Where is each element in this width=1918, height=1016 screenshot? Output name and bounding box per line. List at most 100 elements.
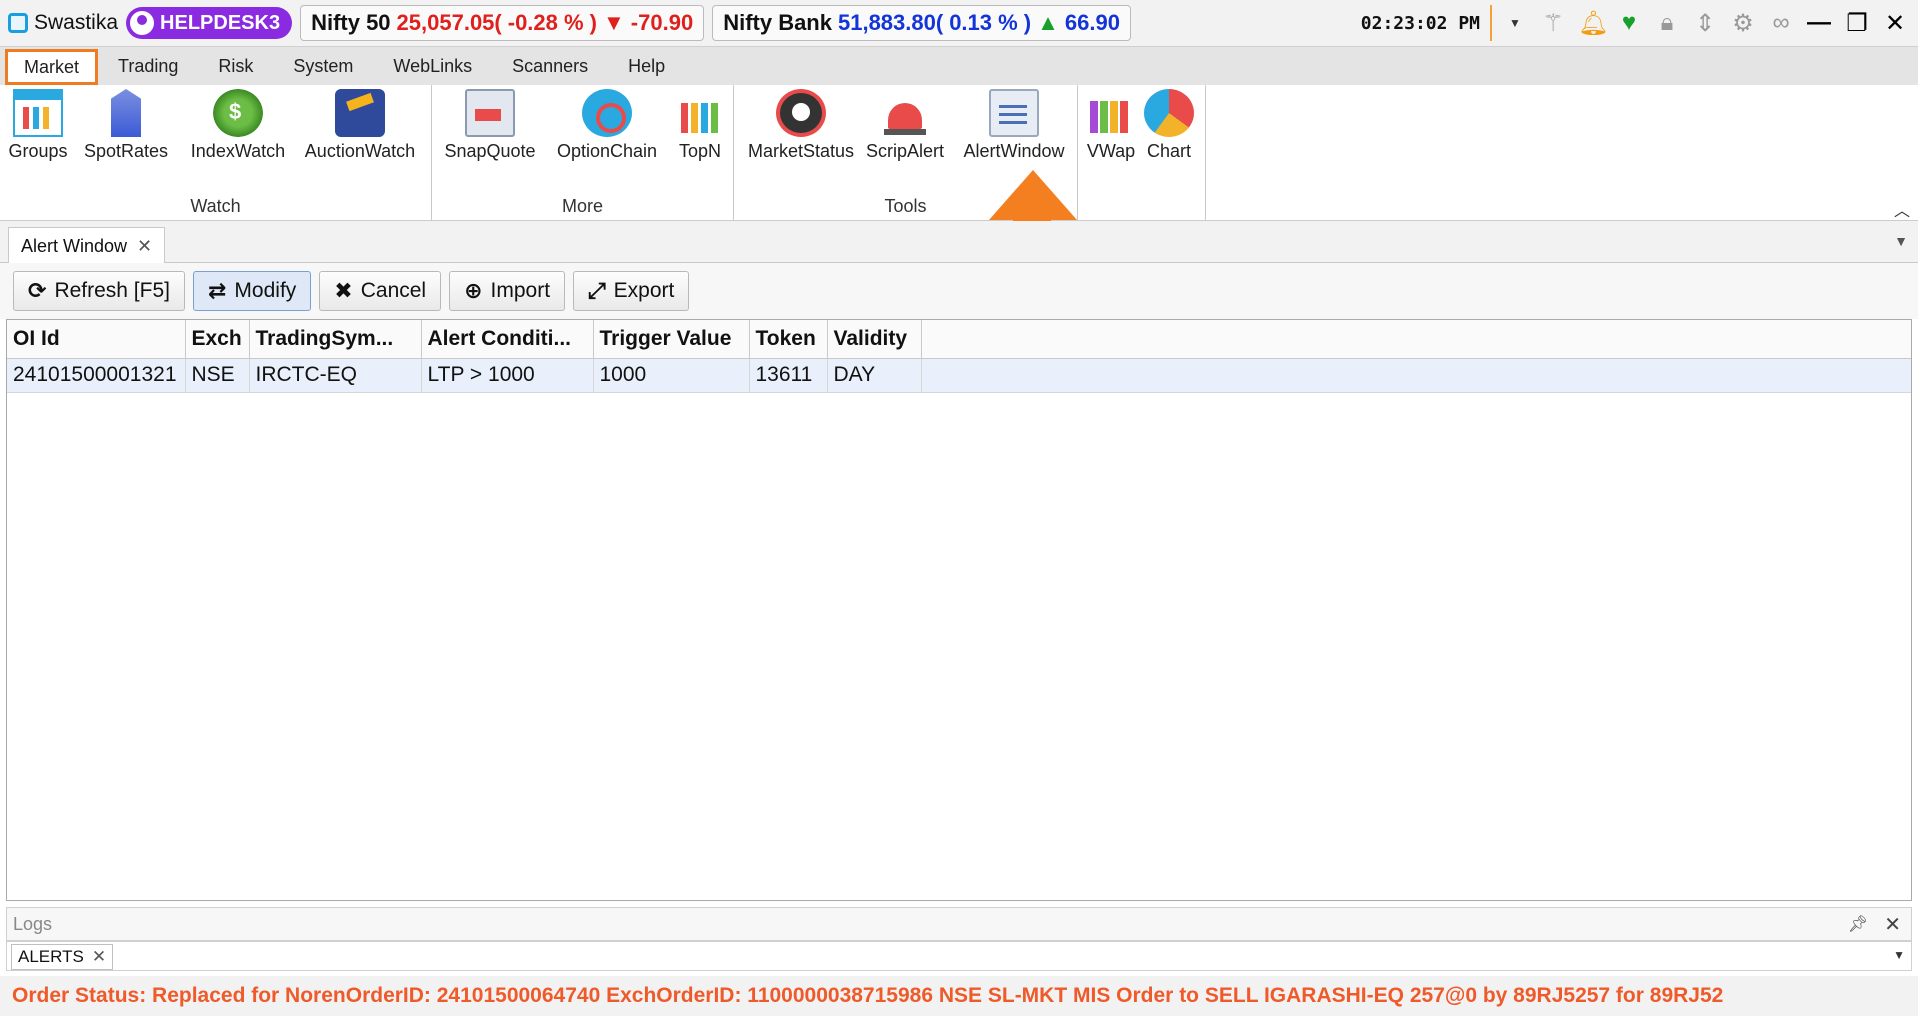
vwap-button[interactable]: VWap — [1084, 89, 1138, 162]
logs-title: Logs — [13, 913, 53, 934]
scripalert-button[interactable]: ScripAlert — [864, 89, 946, 162]
tab-close-icon[interactable]: ✕ — [137, 236, 152, 257]
col-trigger-value[interactable]: Trigger Value — [593, 320, 750, 359]
import-button[interactable]: ⊕ Import — [449, 271, 566, 311]
snapquote-label: SnapQuote — [444, 141, 536, 161]
groups-icon — [13, 89, 63, 137]
cell-alert-condition[interactable]: LTP > 1000 — [421, 358, 594, 393]
clock: 02:23:02 PM — [1360, 12, 1480, 34]
indexwatch-icon — [213, 89, 263, 137]
cancel-button[interactable]: ✖ Cancel — [319, 271, 442, 311]
app-name: Swastika — [34, 11, 119, 34]
group-label-watch: Watch — [190, 196, 241, 216]
auctionwatch-icon — [335, 89, 385, 137]
optionchain-icon — [582, 89, 632, 137]
export-button[interactable]: ⤢ Export — [573, 271, 690, 311]
gear-icon[interactable]: ⚙ — [1730, 9, 1756, 38]
col-tradingsymbol[interactable]: TradingSym... — [249, 320, 422, 359]
topn-button[interactable]: TopN — [672, 89, 728, 162]
alerts-tab-label: ALERTS — [18, 947, 84, 966]
bell-icon[interactable]: 🔔︎ — [1578, 9, 1608, 38]
cell-trigger-value[interactable]: 1000 — [593, 358, 750, 393]
dropdown-icon[interactable]: ▼ — [1502, 16, 1528, 30]
alertwindow-button[interactable]: AlertWindow — [958, 89, 1070, 162]
refresh-button[interactable]: ⟳ Refresh [F5] — [13, 271, 185, 311]
lock-icon[interactable]: 🔒︎ — [1654, 9, 1680, 37]
cell-oi-id[interactable]: 24101500001321 — [7, 358, 186, 393]
col-alert-condition[interactable]: Alert Conditi... — [421, 320, 594, 359]
tab-alert-window[interactable]: Alert Window ✕ — [8, 227, 166, 264]
ribbon-group-watch: Groups SpotRates IndexWatch AuctionWatch… — [0, 85, 432, 221]
logs-close-icon[interactable]: ✕ — [1884, 912, 1901, 937]
logs-tabs: ALERTS ✕ ▼ — [6, 941, 1912, 971]
scripalert-label: ScripAlert — [865, 141, 945, 161]
refresh-icon: ⟳ — [28, 278, 47, 303]
spotrates-label: SpotRates — [84, 141, 169, 161]
expand-icon[interactable]: ⇕ — [1692, 9, 1718, 38]
pin-icon[interactable]: 📌︎ — [1848, 914, 1868, 934]
menu-market[interactable]: Market — [5, 49, 99, 85]
cancel-label: Cancel — [360, 279, 427, 302]
cell-exch[interactable]: NSE — [185, 358, 250, 393]
cell-filler — [921, 358, 1911, 393]
menu-trading[interactable]: Trading — [98, 47, 198, 85]
ticker-value: 51,883.80( — [837, 10, 944, 35]
cell-token[interactable]: 13611 — [749, 358, 828, 393]
heartbeat-icon[interactable]: ♥ — [1616, 9, 1642, 37]
modify-button[interactable]: ⇄ Modify — [192, 271, 312, 311]
menu-risk[interactable]: Risk — [198, 47, 273, 85]
minimize-icon[interactable]: — — [1806, 9, 1832, 37]
marketstatus-button[interactable]: MarketStatus — [746, 89, 856, 162]
col-exch[interactable]: Exch — [185, 320, 250, 359]
topn-label: TopN — [678, 141, 722, 161]
cell-tradingsymbol[interactable]: IRCTC-EQ — [249, 358, 422, 393]
optionchain-button[interactable]: OptionChain — [552, 89, 662, 162]
chart-icon — [1144, 89, 1194, 137]
menu-system[interactable]: System — [273, 47, 373, 85]
magic-wand-icon[interactable]: ⚚ — [1540, 9, 1566, 38]
tab-alerts[interactable]: ALERTS ✕ — [11, 944, 114, 970]
status-bar: Order Status: Replaced for NorenOrderID:… — [0, 976, 1918, 1016]
spotrates-button[interactable]: SpotRates — [84, 89, 168, 162]
swastika-logo-icon — [8, 13, 28, 33]
link-icon[interactable]: ∞ — [1768, 9, 1794, 37]
cell-validity[interactable]: DAY — [827, 358, 922, 393]
ticker-nifty50[interactable]: Nifty 50 25,057.05( -0.28 % ) ▼ -70.90 — [300, 5, 705, 41]
menu-bar: Market Trading Risk System WebLinks Scan… — [0, 47, 1918, 85]
alert-toolbar: ⟳ Refresh [F5] ⇄ Modify ✖ Cancel ⊕ Impor… — [0, 263, 1918, 319]
logs-dropdown-icon[interactable]: ▼ — [1893, 948, 1905, 962]
title-icons: ▼ ⚚ 🔔︎ ♥ 🔒︎ ⇕ ⚙ ∞ — ❐ ✕ — [1502, 9, 1908, 38]
close-icon[interactable]: ✕ — [1882, 9, 1908, 38]
menu-weblinks[interactable]: WebLinks — [373, 47, 492, 85]
auctionwatch-button[interactable]: AuctionWatch — [302, 89, 418, 162]
ticker-change: -70.90 — [630, 10, 694, 35]
tab-dropdown-icon[interactable]: ▼ — [1894, 233, 1908, 249]
auctionwatch-label: AuctionWatch — [304, 141, 416, 161]
ticker-niftybank[interactable]: Nifty Bank 51,883.80( 0.13 % ) ▲ 66.90 — [712, 5, 1131, 41]
user-name: HELPDESK3 — [160, 11, 281, 34]
ticker-change: 66.90 — [1064, 10, 1120, 35]
marketstatus-label: MarketStatus — [747, 141, 855, 161]
swap-icon: ⇄ — [207, 278, 227, 303]
snapquote-icon — [465, 89, 515, 137]
col-oi-id[interactable]: OI Id — [7, 320, 186, 359]
table-row[interactable]: 24101500001321 NSE IRCTC-EQ LTP > 1000 1… — [7, 358, 1911, 393]
title-bar: Swastika HELPDESK3 Nifty 50 25,057.05( -… — [0, 0, 1918, 47]
restore-icon[interactable]: ❐ — [1844, 9, 1870, 38]
menu-help[interactable]: Help — [608, 47, 685, 85]
col-validity[interactable]: Validity — [827, 320, 922, 359]
ribbon-collapse-icon[interactable]: ︿ — [1894, 197, 1910, 221]
chart-button[interactable]: Chart — [1142, 89, 1196, 162]
indexwatch-button[interactable]: IndexWatch — [190, 89, 286, 162]
groups-button[interactable]: Groups — [6, 89, 70, 162]
ribbon-group-extra: VWap Chart — [1078, 85, 1206, 221]
col-token[interactable]: Token — [749, 320, 828, 359]
col-filler — [921, 320, 1911, 359]
menu-scanners[interactable]: Scanners — [492, 47, 608, 85]
ticker-value: 25,057.05( — [396, 10, 502, 35]
divider — [1490, 5, 1492, 41]
alerts-tab-close-icon[interactable]: ✕ — [92, 947, 106, 967]
chart-label: Chart — [1146, 141, 1191, 161]
snapquote-button[interactable]: SnapQuote — [442, 89, 538, 162]
user-badge[interactable]: HELPDESK3 — [126, 7, 293, 39]
